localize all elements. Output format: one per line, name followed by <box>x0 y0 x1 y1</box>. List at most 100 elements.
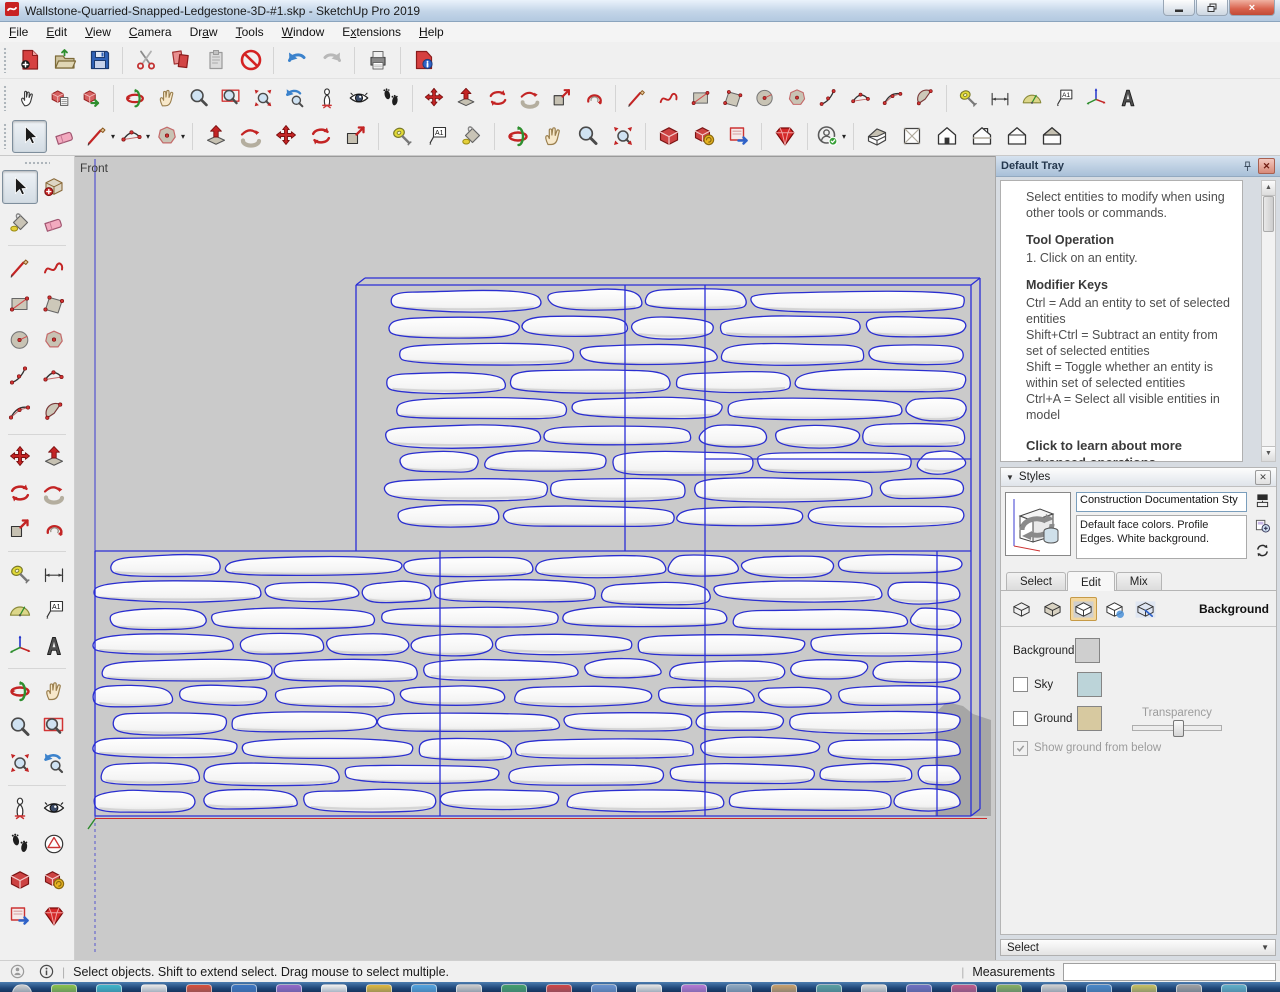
view-right-button[interactable] <box>964 120 999 153</box>
taskbar-app-icon[interactable] <box>276 984 302 992</box>
scrollbar-thumb[interactable] <box>1263 196 1274 232</box>
scale-button[interactable] <box>338 120 373 153</box>
taskbar-app-icon[interactable] <box>906 984 932 992</box>
save-button[interactable] <box>82 44 117 77</box>
share-component-button[interactable] <box>2 899 38 933</box>
face-settings-button[interactable] <box>1039 597 1066 621</box>
pie-button[interactable] <box>909 83 941 113</box>
move-button[interactable] <box>418 83 450 113</box>
extension-warehouse-button[interactable] <box>36 899 72 933</box>
secondary-pane-icon[interactable] <box>1255 493 1270 511</box>
info-icon[interactable] <box>39 964 54 979</box>
zoom-button[interactable] <box>183 83 215 113</box>
view-left-button[interactable] <box>1034 120 1069 153</box>
zoom-window-button[interactable] <box>215 83 247 113</box>
edge-settings-button[interactable] <box>1008 597 1035 621</box>
two-point-arc-dropdown-arrow[interactable]: ▾ <box>146 132 150 141</box>
share-component-button[interactable] <box>721 120 756 153</box>
menu-extensions[interactable]: Extensions <box>333 23 410 41</box>
freehand-button[interactable] <box>653 83 685 113</box>
taskbar-app-icon[interactable] <box>726 984 752 992</box>
taskbar-app-icon[interactable] <box>996 984 1022 992</box>
taskbar-app-icon[interactable] <box>501 984 527 992</box>
interact-button[interactable] <box>12 83 44 113</box>
scale-button[interactable] <box>2 512 38 546</box>
text-button[interactable]: A1 <box>36 593 72 627</box>
taskbar-app-icon[interactable] <box>591 984 617 992</box>
menu-file[interactable]: File <box>0 23 37 41</box>
push-pull-button[interactable] <box>36 440 72 474</box>
cut-button[interactable] <box>128 44 163 77</box>
rotate-button[interactable] <box>2 476 38 510</box>
taskbar-app-icon[interactable] <box>636 984 662 992</box>
freehand-button[interactable] <box>36 251 72 285</box>
show-ground-checkbox[interactable] <box>1013 740 1028 756</box>
three-point-arc-button[interactable] <box>2 395 38 429</box>
eraser-button[interactable] <box>47 120 82 153</box>
section-dropdown-arrow[interactable]: ▼ <box>1261 943 1269 952</box>
extension-warehouse-button[interactable] <box>767 120 802 153</box>
open-button[interactable] <box>47 44 82 77</box>
taskbar-app-icon[interactable] <box>321 984 347 992</box>
sky-checkbox[interactable] <box>1013 677 1028 692</box>
3d-warehouse-button[interactable] <box>2 863 38 897</box>
background-color-swatch[interactable] <box>1075 638 1100 663</box>
polygon-dropdown-arrow[interactable]: ▾ <box>181 132 185 141</box>
taskbar-app-icon[interactable] <box>546 984 572 992</box>
zoom-previous-button[interactable] <box>279 83 311 113</box>
axes-button[interactable] <box>1080 83 1112 113</box>
scale-button[interactable] <box>546 83 578 113</box>
3d-warehouse-button[interactable] <box>651 120 686 153</box>
style-name-field[interactable]: Construction Documentation Sty <box>1076 492 1247 512</box>
taskbar-app-icon[interactable] <box>771 984 797 992</box>
zoom-button[interactable] <box>570 120 605 153</box>
select-section-bar[interactable]: Select ▼ <box>1000 939 1276 956</box>
style-description-field[interactable]: Default face colors. Profile Edges. Whit… <box>1076 515 1247 559</box>
toolbar-grip[interactable] <box>3 47 8 73</box>
pan-button[interactable] <box>535 120 570 153</box>
position-camera-button[interactable] <box>311 83 343 113</box>
orbit-button[interactable] <box>2 674 38 708</box>
restore-button[interactable] <box>1196 0 1228 16</box>
line-button[interactable] <box>621 83 653 113</box>
move-button[interactable] <box>268 120 303 153</box>
styles-tab-select[interactable]: Select <box>1006 572 1066 590</box>
modeling-settings-button[interactable] <box>1132 597 1159 621</box>
protractor-button[interactable] <box>2 593 38 627</box>
tape-measure-button[interactable] <box>2 557 38 591</box>
taskbar-app-icon[interactable] <box>366 984 392 992</box>
menu-tools[interactable]: Tools <box>227 23 273 41</box>
toolbar-grip[interactable] <box>3 123 8 149</box>
dimensions-button[interactable] <box>984 83 1016 113</box>
taskbar-app-icon[interactable] <box>816 984 842 992</box>
taskbar-app-icon[interactable] <box>1086 984 1112 992</box>
pie-button[interactable] <box>36 395 72 429</box>
tape-measure-button[interactable] <box>384 120 419 153</box>
view-iso-button[interactable] <box>859 120 894 153</box>
follow-me-button[interactable] <box>514 83 546 113</box>
circle-button[interactable] <box>749 83 781 113</box>
toolbar-grip[interactable] <box>3 85 8 111</box>
walk-button[interactable] <box>2 827 38 861</box>
make-component-button[interactable] <box>36 170 72 204</box>
scroll-up-arrow[interactable]: ▲ <box>1262 181 1275 196</box>
two-point-arc-button[interactable]: ▾ <box>117 120 152 153</box>
minimize-button[interactable] <box>1163 0 1195 16</box>
pin-icon[interactable] <box>1240 159 1255 173</box>
polygon-button[interactable]: ▾ <box>152 120 187 153</box>
undo-button[interactable] <box>279 44 314 77</box>
measurements-input[interactable] <box>1063 962 1276 981</box>
account-button[interactable]: ▾ <box>813 120 848 153</box>
follow-me-button[interactable] <box>36 476 72 510</box>
axes-button[interactable] <box>2 629 38 663</box>
redo-button[interactable] <box>314 44 349 77</box>
view-front-button[interactable] <box>929 120 964 153</box>
rotated-rectangle-button[interactable] <box>717 83 749 113</box>
tape-measure-button[interactable] <box>952 83 984 113</box>
taskbar-app-icon[interactable] <box>1221 984 1247 992</box>
follow-me-button[interactable] <box>233 120 268 153</box>
new-button[interactable] <box>12 44 47 77</box>
model-scene[interactable] <box>75 157 993 959</box>
share-model-button[interactable] <box>686 120 721 153</box>
select-button[interactable] <box>12 119 47 153</box>
